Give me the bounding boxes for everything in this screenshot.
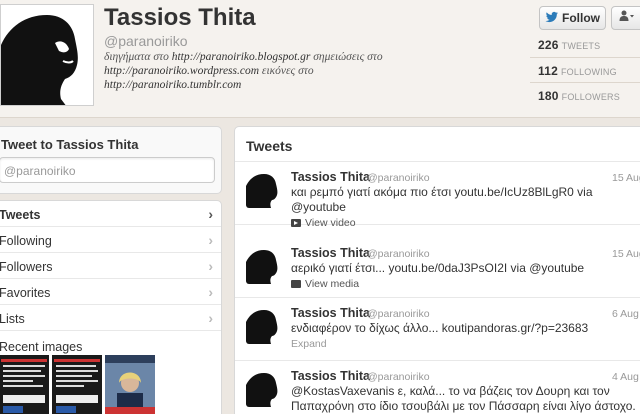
tweet-text: αεριkó γιατί έτσι... youtu.be/0daJ3PsOI2…	[291, 261, 585, 275]
bio-line: διηγήματα στο http://paranoiriko.blogspo…	[104, 50, 434, 64]
stat-tweets[interactable]: 226 TWEETS	[538, 38, 600, 52]
tweet-author-handle[interactable]: @paranoiriko	[367, 172, 430, 184]
stat-label: TWEETS	[561, 41, 601, 51]
tweets-stream: Tweets Tassios Thita @paranoiriko 15 Aug…	[234, 126, 640, 414]
stat-following[interactable]: 112 FOLLOWING	[538, 64, 617, 78]
tweet-text: @KostasVaxevanis ε, καλά... το να βάζεις…	[291, 384, 636, 413]
recent-images-label[interactable]: Recent images	[0, 340, 82, 354]
tweet-to-title: Tweet to Tassios Thita	[1, 137, 139, 152]
chevron-right-icon: ›	[208, 310, 213, 326]
recent-image-thumb[interactable]	[0, 355, 49, 414]
expand-link[interactable]: Expand	[291, 338, 327, 350]
bio-line: http://paranoiriko.tumblr.com	[104, 78, 434, 92]
tweet-avatar[interactable]	[246, 246, 284, 284]
tweet-date[interactable]: 15 Aug	[612, 172, 640, 184]
profile-nav: Tweets › Following › Followers › Favorit…	[0, 200, 222, 414]
stat-label: FOLLOWERS	[561, 92, 620, 102]
bio-text: εικόνες στο	[259, 65, 314, 77]
nav-item-following[interactable]: Following ›	[0, 227, 221, 253]
bio-link[interactable]: http://paranoiriko.blogspot.gr	[172, 51, 311, 63]
tweet-date[interactable]: 15 Aug	[612, 248, 640, 260]
tweet-avatar[interactable]	[246, 369, 284, 407]
chevron-right-icon: ›	[208, 258, 213, 274]
tweet-action-label: View media	[305, 278, 360, 290]
tweet[interactable]: Tassios Thita @paranoiriko 4 Aug @Kostas…	[235, 361, 640, 414]
stat-count: 112	[538, 64, 558, 78]
tweet-author-name[interactable]: Tassios Thita	[291, 246, 370, 260]
tweet-author-name[interactable]: Tassios Thita	[291, 306, 370, 320]
tweet-date[interactable]: 4 Aug	[612, 371, 639, 383]
tweet[interactable]: Tassios Thita @paranoiriko 15 Aug αεριkó…	[235, 238, 640, 298]
video-icon	[291, 219, 301, 227]
profile-header: Tassios Thita @paranoiriko διηγήματα στο…	[0, 0, 640, 118]
twitter-bird-icon	[545, 11, 559, 26]
tweet-date[interactable]: 6 Aug	[612, 308, 639, 320]
stat-label: FOLLOWING	[560, 67, 617, 77]
tweet-author-handle[interactable]: @paranoiriko	[367, 308, 430, 320]
divider	[530, 82, 640, 83]
chevron-right-icon: ›	[208, 206, 213, 222]
tweet-author-handle[interactable]: @paranoiriko	[367, 248, 430, 260]
stream-title: Tweets	[246, 138, 293, 154]
tweet-action-label: View video	[305, 217, 356, 229]
nav-item-favorites[interactable]: Favorites ›	[0, 279, 221, 305]
user-actions-button[interactable]	[611, 6, 640, 30]
profile-avatar[interactable]	[0, 4, 94, 106]
chevron-right-icon: ›	[208, 284, 213, 300]
tweet[interactable]: Tassios Thita @paranoiriko 6 Aug ενδιαφέ…	[235, 298, 640, 361]
nav-item-label: Favorites	[0, 286, 51, 300]
nav-item-label: Following	[0, 234, 52, 248]
bio-line: http://paranoiriko.wordpress.com εικόνες…	[104, 64, 434, 78]
bio-link[interactable]: http://paranoiriko.wordpress.com	[104, 65, 259, 77]
image-icon	[291, 280, 301, 288]
stat-count: 226	[538, 38, 559, 52]
nav-item-followers[interactable]: Followers ›	[0, 253, 221, 279]
recent-image-thumb[interactable]	[105, 355, 155, 414]
tweet-to-input[interactable]: @paranoiriko	[0, 157, 215, 183]
follow-button[interactable]: Follow	[539, 6, 606, 30]
tweet-author-name[interactable]: Tassios Thita	[291, 170, 370, 184]
tweet-avatar[interactable]	[246, 170, 284, 208]
bio-link[interactable]: http://paranoiriko.tumblr.com	[104, 79, 241, 91]
tweet-to-box: Tweet to Tassios Thita @paranoiriko	[0, 126, 222, 194]
tweet[interactable]: Tassios Thita @paranoiriko 15 Aug και ρε…	[235, 162, 640, 229]
recent-image-thumb[interactable]	[52, 355, 102, 414]
bio-text: σημειώσεις στο	[310, 51, 383, 63]
view-video-link[interactable]: View video	[291, 217, 356, 229]
tweet-avatar[interactable]	[246, 306, 284, 344]
tweet-text: και ρεμπό γιατί ακόμα πιο έτσι youtu.be/…	[291, 185, 593, 214]
divider	[530, 57, 640, 58]
nav-item-label: Followers	[0, 260, 53, 274]
stat-count: 180	[538, 89, 559, 103]
tweet-author-handle[interactable]: @paranoiriko	[367, 371, 430, 383]
follow-label: Follow	[562, 11, 600, 25]
nav-item-label: Tweets	[0, 208, 41, 222]
profile-bio: διηγήματα στο http://paranoiriko.blogspo…	[104, 50, 434, 92]
bio-text: διηγήματα στο	[104, 51, 172, 63]
tweet-author-name[interactable]: Tassios Thita	[291, 369, 370, 383]
chevron-right-icon: ›	[208, 232, 213, 248]
view-media-link[interactable]: View media	[291, 278, 359, 290]
stat-followers[interactable]: 180 FOLLOWERS	[538, 89, 620, 103]
profile-name: Tassios Thita	[104, 4, 256, 31]
profile-handle: @paranoiriko	[104, 33, 188, 49]
nav-item-label: Lists	[0, 312, 25, 326]
user-dropdown-icon	[619, 9, 635, 27]
tweet-text: ενδιαφέρον το δίχως άλλο... koutipandora…	[291, 321, 589, 335]
tweet-action-label: Expand	[291, 338, 327, 350]
nav-item-lists[interactable]: Lists ›	[0, 305, 221, 331]
nav-item-tweets[interactable]: Tweets ›	[0, 201, 221, 227]
